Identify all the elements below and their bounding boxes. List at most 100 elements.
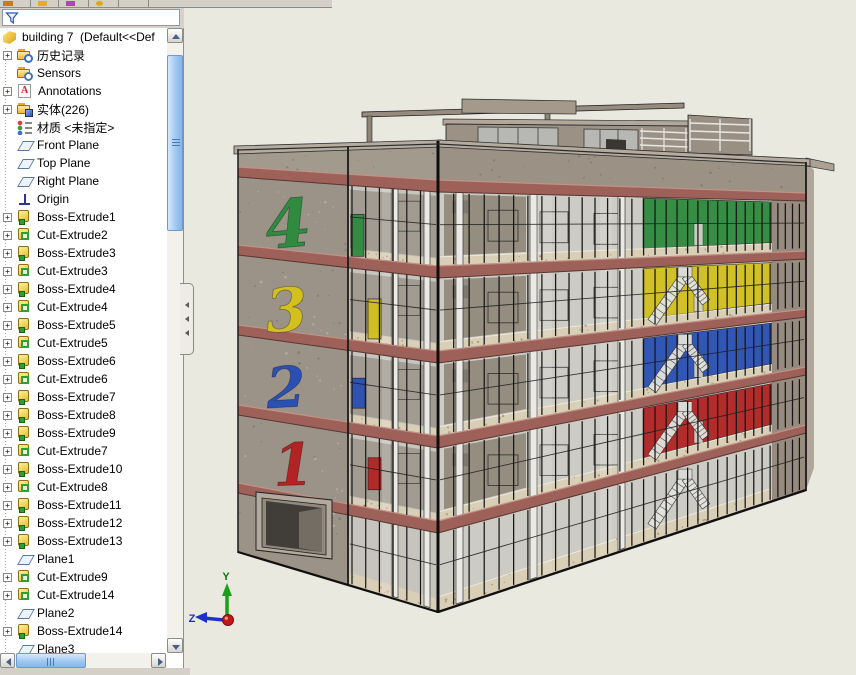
tree-item-label: Boss-Extrude4 bbox=[37, 282, 116, 296]
expand-toggle[interactable]: + bbox=[3, 321, 12, 330]
tree-item[interactable]: + Cut-Extrude5 bbox=[0, 334, 167, 352]
tree-item-label: 实体(226) bbox=[37, 101, 89, 118]
expand-toggle[interactable]: + bbox=[3, 375, 12, 384]
tree-item[interactable]: + Boss-Extrude10 bbox=[0, 460, 167, 478]
expand-toggle[interactable]: + bbox=[3, 213, 12, 222]
expand-toggle[interactable]: + bbox=[3, 51, 12, 60]
tree-item[interactable]: +Cut-Extrude4 bbox=[0, 298, 167, 316]
expand-toggle[interactable]: + bbox=[3, 357, 12, 366]
tree-item[interactable]: +Boss-Extrude9 bbox=[0, 424, 167, 442]
horizontal-scroll-thumb[interactable] bbox=[16, 653, 86, 668]
featuremanager-tabs[interactable] bbox=[0, 0, 332, 8]
tree-item[interactable]: +Boss-Extrude3 bbox=[0, 244, 167, 262]
tree-horizontal-scrollbar[interactable] bbox=[0, 653, 166, 668]
tree-item[interactable]: Origin bbox=[0, 190, 167, 208]
tree-item-label: Boss-Extrude10 bbox=[37, 462, 122, 476]
tree-root-item[interactable]: building 7 (Default<<Def bbox=[0, 28, 167, 46]
tree-item-label: Boss-Extrude8 bbox=[37, 408, 116, 422]
tree-item[interactable]: +Boss-Extrude1 bbox=[0, 208, 167, 226]
collapse-arrow-icon bbox=[185, 330, 189, 336]
tree-item-label: Annotations bbox=[38, 84, 101, 98]
expand-toggle[interactable]: + bbox=[3, 393, 12, 402]
expand-toggle[interactable]: + bbox=[3, 465, 12, 474]
expand-toggle[interactable]: + bbox=[3, 447, 12, 456]
expand-toggle[interactable]: + bbox=[3, 411, 12, 420]
scroll-down-button[interactable] bbox=[167, 638, 183, 653]
expand-toggle[interactable]: + bbox=[3, 591, 12, 600]
expand-toggle[interactable]: + bbox=[3, 87, 12, 96]
expand-toggle[interactable]: + bbox=[3, 303, 12, 312]
tree-item[interactable]: +Boss-Extrude5 bbox=[0, 316, 167, 334]
expand-toggle[interactable]: + bbox=[3, 285, 12, 294]
boss-icon bbox=[17, 246, 33, 261]
tree-item-label: 材质 <未指定> bbox=[37, 119, 114, 136]
tree-item[interactable]: Front Plane bbox=[0, 136, 167, 154]
tree-item[interactable]: + Cut-Extrude9 bbox=[0, 568, 167, 586]
bodies-icon bbox=[17, 102, 33, 117]
expand-toggle[interactable]: + bbox=[3, 339, 12, 348]
boss-icon bbox=[17, 354, 33, 369]
tree-item-label: Cut-Extrude5 bbox=[37, 336, 108, 350]
tree-item[interactable]: + Boss-Extrude4 bbox=[0, 280, 167, 298]
boss-icon bbox=[17, 516, 33, 531]
expand-toggle[interactable]: + bbox=[3, 483, 12, 492]
expand-toggle[interactable]: + bbox=[3, 627, 12, 636]
tree-item[interactable]: Top Plane bbox=[0, 154, 167, 172]
cut-icon bbox=[17, 264, 33, 279]
expand-toggle[interactable]: + bbox=[3, 501, 12, 510]
boss-icon bbox=[17, 390, 33, 405]
tree-item-label: Boss-Extrude6 bbox=[37, 354, 116, 368]
feature-tree: building 7 (Default<<Def +历史记录 Sensors + An… bbox=[0, 28, 167, 653]
tree-item[interactable]: Plane3 bbox=[0, 640, 167, 653]
tree-item[interactable]: + Boss-Extrude8 bbox=[0, 406, 167, 424]
tree-item[interactable]: +Boss-Extrude13 bbox=[0, 532, 167, 550]
tree-item-label: Cut-Extrude9 bbox=[37, 570, 108, 584]
expand-toggle[interactable]: + bbox=[3, 267, 12, 276]
filter-input[interactable] bbox=[19, 11, 177, 25]
tree-item[interactable]: +Boss-Extrude11 bbox=[0, 496, 167, 514]
tree-item[interactable]: +历史记录 bbox=[0, 46, 167, 64]
scroll-up-button[interactable] bbox=[167, 28, 183, 43]
expand-toggle[interactable]: + bbox=[3, 231, 12, 240]
tree-item[interactable]: + Annotations bbox=[0, 82, 167, 100]
tree-item[interactable]: +Cut-Extrude3 bbox=[0, 262, 167, 280]
tree-item-label: Cut-Extrude14 bbox=[37, 588, 114, 602]
collapse-arrow-icon bbox=[185, 302, 189, 308]
expand-toggle[interactable]: + bbox=[3, 249, 12, 258]
expand-toggle[interactable]: + bbox=[3, 537, 12, 546]
tree-item-label: Top Plane bbox=[37, 156, 90, 170]
tree-item[interactable]: +Boss-Extrude12 bbox=[0, 514, 167, 532]
panel-collapse-tab[interactable] bbox=[180, 283, 194, 355]
tree-item-label: Plane3 bbox=[37, 642, 74, 653]
building-model bbox=[234, 99, 834, 613]
tree-item[interactable]: +Boss-Extrude7 bbox=[0, 388, 167, 406]
triad-z-label: Z bbox=[189, 613, 196, 625]
tree-item[interactable]: +Cut-Extrude2 bbox=[0, 226, 167, 244]
annot-icon bbox=[18, 84, 31, 98]
solidworks-window: 4 3 2 1 Y Z building 7 (Default<<Def +历史… bbox=[0, 0, 856, 675]
tree-item[interactable]: +Cut-Extrude8 bbox=[0, 478, 167, 496]
cut-icon bbox=[17, 480, 33, 495]
tree-item[interactable]: +Cut-Extrude7 bbox=[0, 442, 167, 460]
tree-item[interactable]: +Cut-Extrude6 bbox=[0, 370, 167, 388]
tree-item-label: Sensors bbox=[37, 66, 81, 80]
vertical-scroll-thumb[interactable] bbox=[167, 55, 183, 231]
tree-item[interactable]: Sensors bbox=[0, 64, 167, 82]
scroll-right-button[interactable] bbox=[151, 653, 166, 668]
cut-icon bbox=[17, 444, 33, 459]
tree-item[interactable]: + Boss-Extrude6 bbox=[0, 352, 167, 370]
scroll-left-button[interactable] bbox=[0, 653, 15, 668]
floor-number: 3 bbox=[263, 275, 310, 348]
tree-item-label: Right Plane bbox=[37, 174, 99, 188]
expand-toggle[interactable]: + bbox=[3, 519, 12, 528]
tree-item[interactable]: + Cut-Extrude14 bbox=[0, 586, 167, 604]
expand-toggle[interactable]: + bbox=[3, 105, 12, 114]
tree-item[interactable]: + 实体(226) bbox=[0, 100, 167, 118]
tree-item[interactable]: Plane1 bbox=[0, 550, 167, 568]
tree-item[interactable]: Right Plane bbox=[0, 172, 167, 190]
tree-item[interactable]: Plane2 bbox=[0, 604, 167, 622]
expand-toggle[interactable]: + bbox=[3, 573, 12, 582]
expand-toggle[interactable]: + bbox=[3, 429, 12, 438]
tree-item[interactable]: 材质 <未指定> bbox=[0, 118, 167, 136]
tree-item[interactable]: +Boss-Extrude14 bbox=[0, 622, 167, 640]
